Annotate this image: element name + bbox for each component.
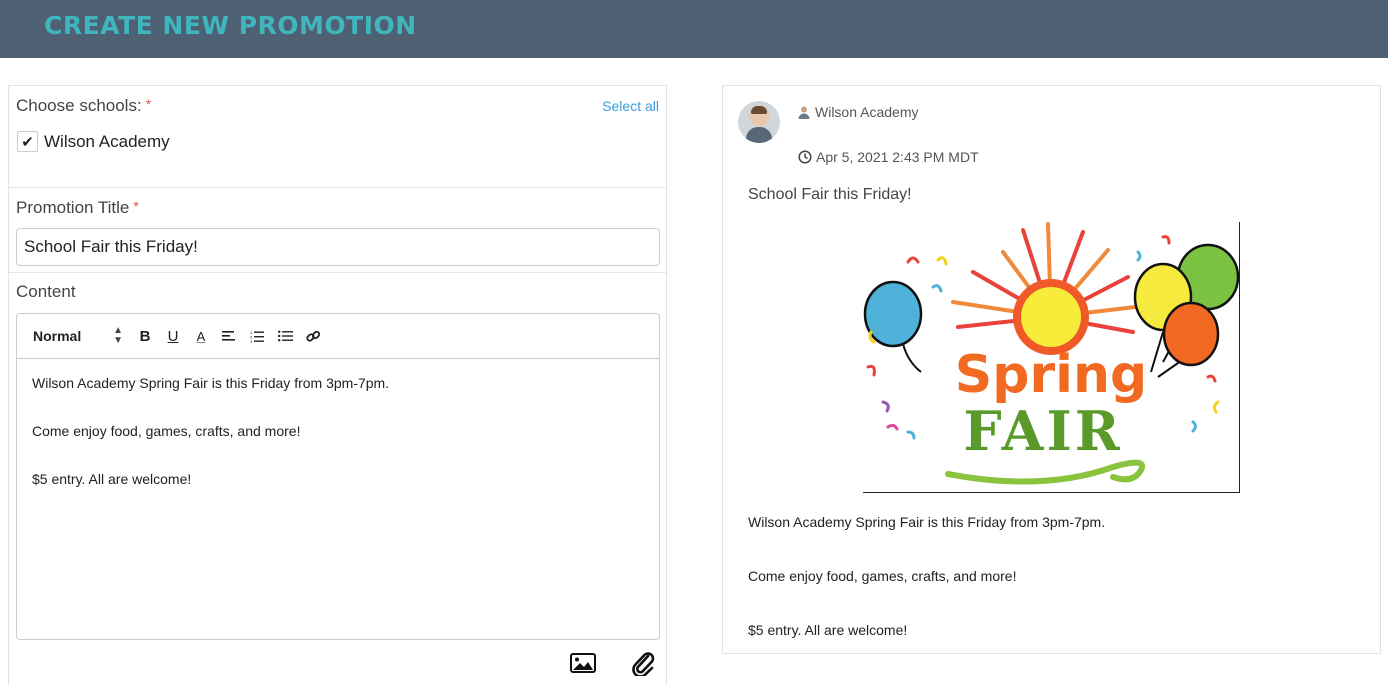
align-left-button[interactable] <box>215 322 243 350</box>
green-swirl <box>945 459 1146 485</box>
attach-file-button[interactable] <box>630 650 656 676</box>
page-header: CREATE NEW PROMOTION <box>0 0 1388 58</box>
preview-paragraph: Come enjoy food, games, crafts, and more… <box>748 568 1017 584</box>
balloon-left <box>863 280 923 373</box>
school-option-label: Wilson Academy <box>44 131 170 151</box>
user-icon <box>798 106 810 119</box>
bullet-list-icon <box>277 330 293 342</box>
select-all-link[interactable]: Select all <box>602 98 659 114</box>
select-arrows-icon: ▲ ▼ <box>113 325 123 346</box>
svg-text:3: 3 <box>250 339 253 343</box>
balloons-right <box>1133 243 1240 378</box>
preview-body: Wilson Academy Spring Fair is this Frida… <box>748 512 1105 674</box>
ordered-list-icon: 123 <box>250 330 264 343</box>
editor-body[interactable]: Wilson Academy Spring Fair is this Frida… <box>17 359 659 503</box>
schools-label: Choose schools: * <box>16 96 152 115</box>
clock-icon <box>798 150 812 164</box>
preview-date: Apr 5, 2021 2:43 PM MDT <box>798 149 979 165</box>
image-text-fair: FAIR <box>963 399 1122 463</box>
content-editor: Normal ▲ ▼ B U A 123 Wilson Academy Sprin… <box>16 313 660 640</box>
link-button[interactable] <box>299 322 327 350</box>
link-icon <box>305 330 320 342</box>
format-select[interactable]: Normal ▲ ▼ <box>33 326 123 346</box>
preview-author: Wilson Academy <box>798 104 918 120</box>
avatar <box>738 101 780 143</box>
promotion-form: Choose schools: * Select all ✔ Wilson Aca… <box>8 85 667 685</box>
required-mark: * <box>133 198 139 214</box>
spring-fair-image: Spring FAIR <box>863 222 1240 493</box>
promotion-title-input[interactable] <box>16 228 660 266</box>
ordered-list-button[interactable]: 123 <box>243 322 271 350</box>
text-color-button[interactable]: A <box>187 322 215 350</box>
page-title: CREATE NEW PROMOTION <box>44 11 417 40</box>
bullet-list-button[interactable] <box>271 322 299 350</box>
required-mark: * <box>145 96 152 112</box>
editor-paragraph: $5 entry. All are welcome! <box>32 471 192 487</box>
preview-paragraph: $5 entry. All are welcome! <box>748 622 908 638</box>
schools-section: Choose schools: * Select all ✔ Wilson Aca… <box>9 86 666 188</box>
promotion-title-label: Promotion Title * <box>16 198 139 217</box>
insert-image-button[interactable] <box>570 650 596 676</box>
image-text-spring: Spring <box>955 345 1147 405</box>
sun-illustration <box>951 222 1137 355</box>
promotion-preview: Wilson Academy Apr 5, 2021 2:43 PM MDT S… <box>722 85 1381 654</box>
content-label: Content <box>16 282 76 301</box>
align-left-icon <box>222 331 235 341</box>
image-icon <box>570 653 596 673</box>
checkmark-icon: ✔ <box>21 133 34 151</box>
editor-toolbar: Normal ▲ ▼ B U A 123 <box>17 314 659 359</box>
attachment-actions <box>570 650 656 676</box>
editor-paragraph: Come enjoy food, games, crafts, and more… <box>32 423 301 439</box>
paperclip-icon <box>632 652 655 676</box>
underline-button[interactable]: U <box>159 322 187 350</box>
editor-paragraph: Wilson Academy Spring Fair is this Frida… <box>32 375 390 391</box>
preview-paragraph: Wilson Academy Spring Fair is this Frida… <box>748 514 1106 530</box>
bold-button[interactable]: B <box>131 322 159 350</box>
preview-title: School Fair this Friday! <box>748 186 912 203</box>
school-option-wilson-academy[interactable]: ✔ Wilson Academy <box>17 131 170 152</box>
school-checkbox[interactable]: ✔ <box>17 131 38 152</box>
